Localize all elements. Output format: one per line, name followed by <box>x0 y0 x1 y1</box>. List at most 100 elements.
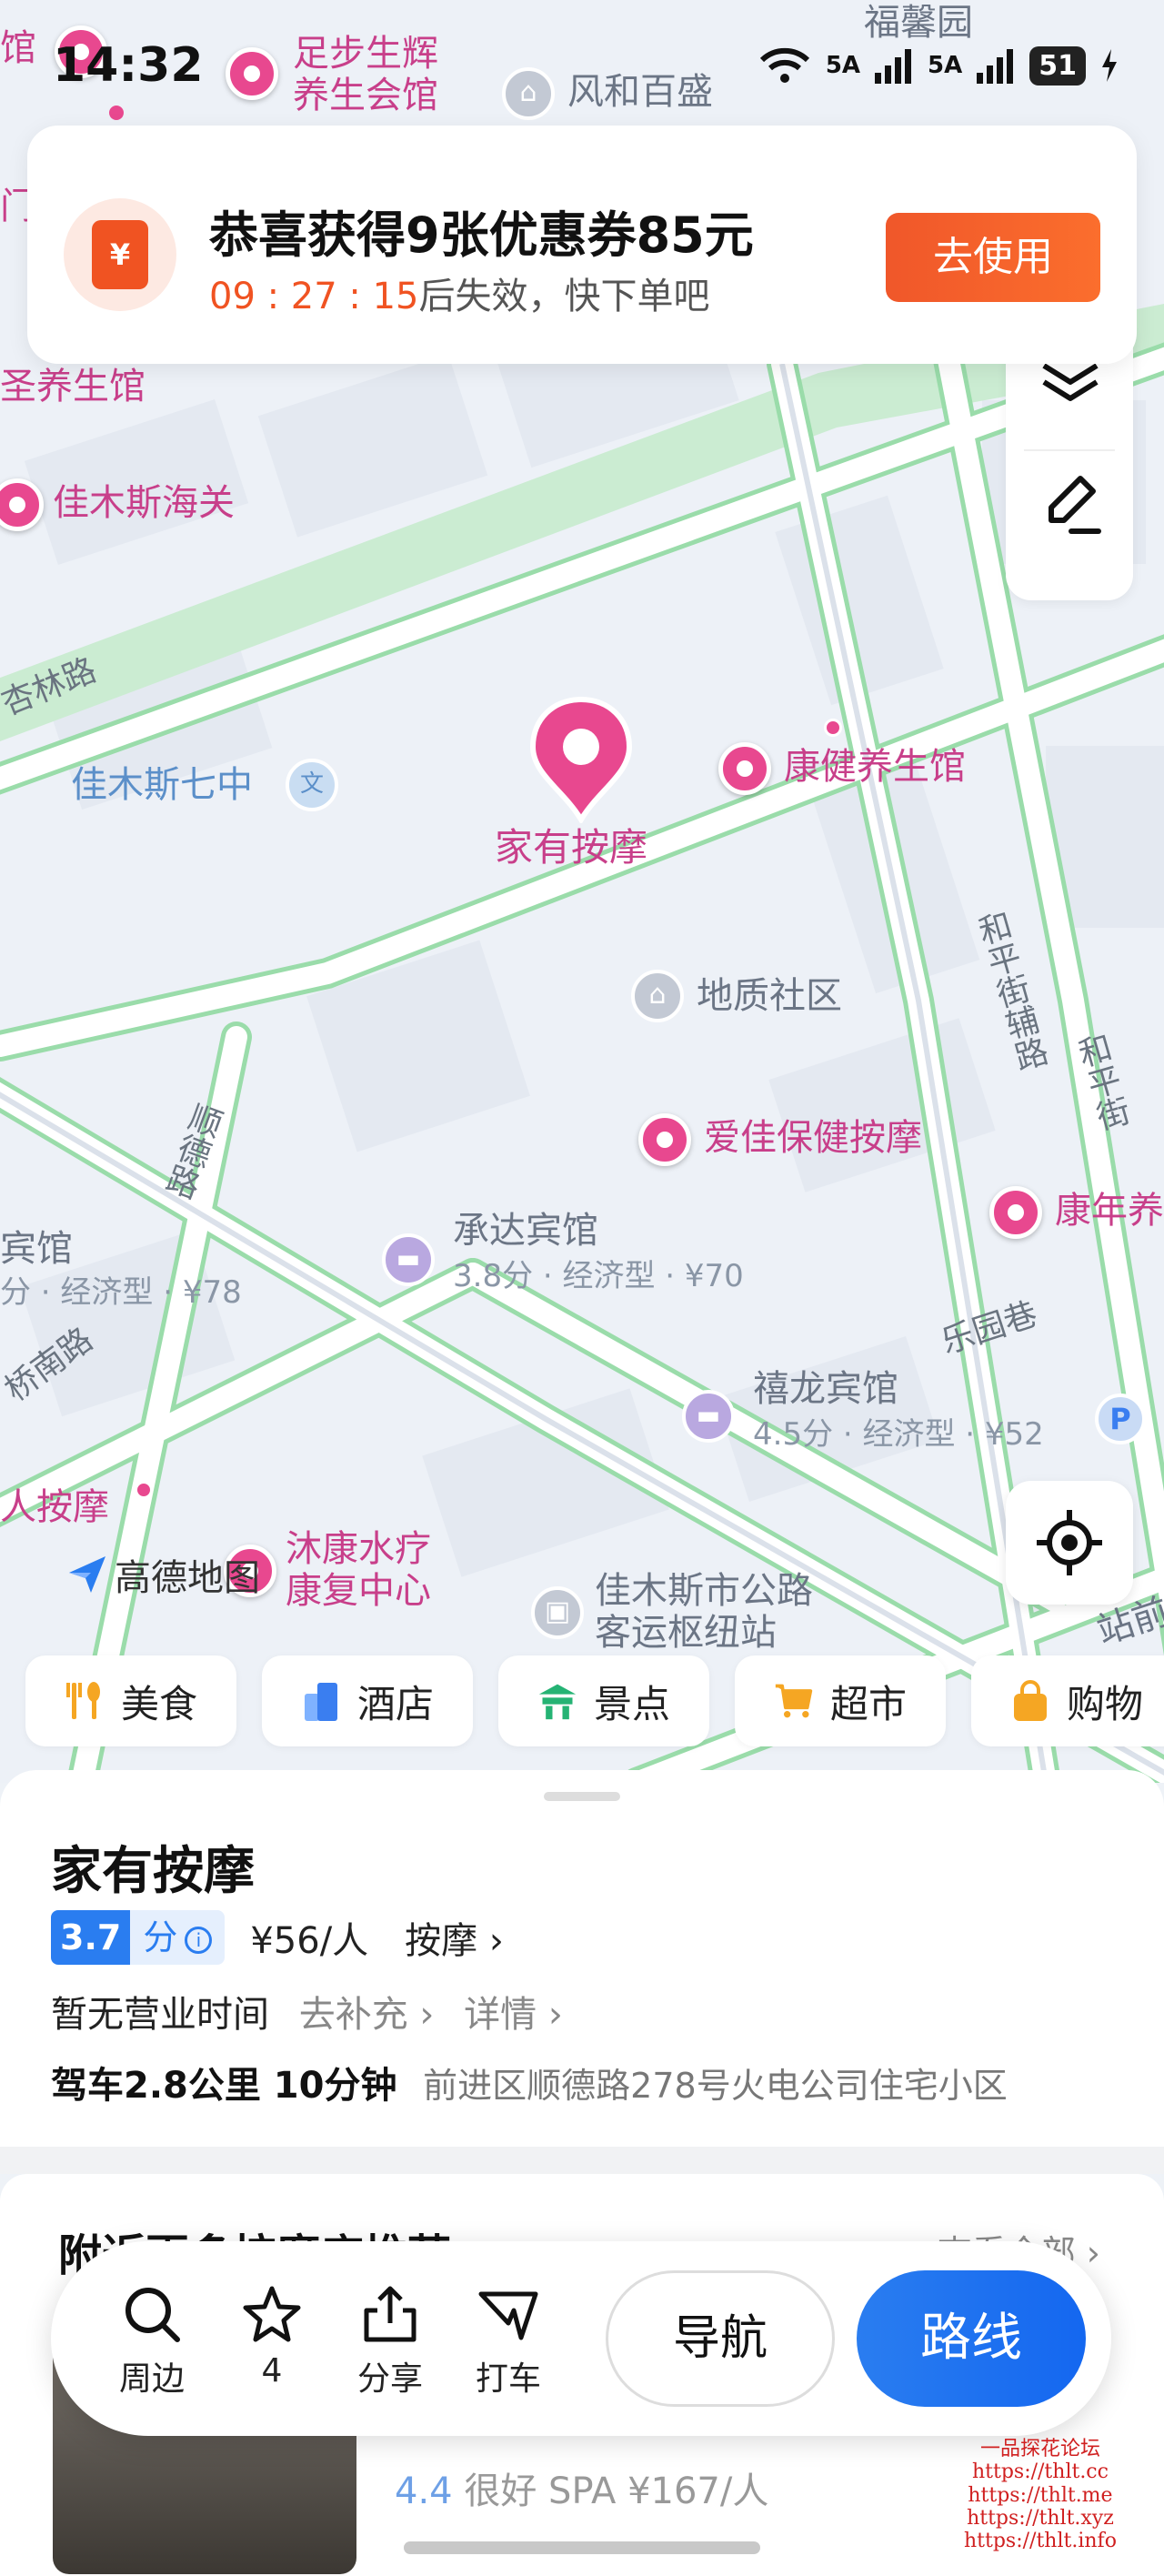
coupon-icon-wrap: ¥ <box>64 198 176 311</box>
parking-icon: P <box>1095 1394 1146 1444</box>
coupon-expiry-text: 后失效，快下单吧 <box>418 276 710 317</box>
hours-row: 暂无营业时间 去补充 › 详情 › <box>51 1985 563 2038</box>
watermark: 一品探花论坛 https://thlt.cc https://thlt.me h… <box>964 2438 1117 2553</box>
poi-marker[interactable] <box>718 742 771 795</box>
cart-icon <box>775 1684 813 1718</box>
clock: 14:32 <box>53 38 204 93</box>
map-label: 人按摩 <box>0 1486 109 1528</box>
poi-marker[interactable] <box>638 1113 691 1166</box>
map-label: 承达宾馆 <box>453 1210 598 1252</box>
selected-place-label: 家有按摩 <box>495 825 648 870</box>
taxi-button[interactable]: 打车 <box>458 2283 558 2400</box>
share-button[interactable]: 分享 <box>340 2283 440 2400</box>
place-name: 家有按摩 <box>51 1842 255 1901</box>
map-label: 康年养 <box>1055 1190 1164 1232</box>
place-detail-sheet: 家有按摩 3.7 分i ¥56/人 按摩 › 暂无营业时间 去补充 › 详情 ›… <box>0 1770 1164 2152</box>
category-chips: 美食 酒店 景点 超市 购物 <box>25 1655 1164 1746</box>
rating-badge[interactable]: 3.7 分i <box>51 1910 226 1965</box>
supplement-link[interactable]: 去补充 › <box>299 1994 435 2036</box>
poi-dot <box>824 719 842 737</box>
home-indicator[interactable] <box>404 2541 760 2554</box>
selected-location-pin[interactable] <box>527 696 635 823</box>
nearby-button[interactable]: 周边 <box>102 2283 202 2400</box>
search-icon <box>125 2288 180 2342</box>
charging-icon <box>1102 49 1117 82</box>
notification-dot <box>109 106 124 120</box>
share-icon <box>364 2286 416 2342</box>
map-label: 沐康水疗 康复中心 <box>286 1528 431 1612</box>
map-sublabel: 分 · 经济型 · ¥78 <box>0 1274 242 1311</box>
chip-scenic[interactable]: 景点 <box>498 1655 709 1746</box>
chip-label: 超市 <box>829 1681 907 1726</box>
rating-score: 3.7 <box>51 1910 131 1965</box>
red-packet-icon: ¥ <box>92 220 148 289</box>
share-label: 分享 <box>356 2360 423 2398</box>
recommendation-info: 很好 SPA ¥167/人 <box>464 2470 769 2512</box>
amap-logo: 高德地图 <box>65 1548 260 1601</box>
details-link[interactable]: 详情 › <box>464 1994 563 2036</box>
coupon-subtitle: 09 : 27 : 15后失效，快下单吧 <box>209 267 710 319</box>
poi-dot <box>135 1481 153 1499</box>
coupon-banner[interactable]: ¥ 恭喜获得9张优惠券85元 09 : 27 : 15后失效，快下单吧 去使用 <box>27 126 1137 364</box>
business-hours: 暂无营业时间 <box>51 1994 269 2036</box>
map-label: 宾馆 <box>0 1228 73 1270</box>
edit-pencil-icon[interactable] <box>1039 464 1102 546</box>
taxi-label: 打车 <box>475 2360 541 2398</box>
map-label: 圣养生馆 <box>0 366 146 408</box>
nearby-label: 周边 <box>118 2360 185 2398</box>
map-label: 禧龙宾馆 <box>753 1368 898 1410</box>
coupon-title: 恭喜获得9张优惠券85元 <box>209 206 754 264</box>
recommendation-meta: 4.4 很好 SPA ¥167/人 <box>395 2461 768 2514</box>
map-label: 佳木斯七中 <box>71 764 253 806</box>
map-label: 地质社区 <box>697 975 842 1017</box>
place-address: 前进区顺德路278号火电公司住宅小区 <box>423 2066 1008 2106</box>
use-coupon-button[interactable]: 去使用 <box>886 213 1100 302</box>
chip-supermarket[interactable]: 超市 <box>735 1655 946 1746</box>
status-icons: 5A 5A 51 <box>758 45 1119 86</box>
chip-label: 购物 <box>1066 1681 1143 1726</box>
chip-shopping[interactable]: 购物 <box>971 1655 1164 1746</box>
route-button[interactable]: 路线 <box>857 2270 1086 2407</box>
favorite-button[interactable]: 4 <box>222 2283 322 2390</box>
price-per-person: ¥56/人 <box>250 1920 369 1962</box>
recommendation-score: 4.4 <box>395 2470 453 2512</box>
taxi-icon <box>478 2291 538 2340</box>
amap-logo-text: 高德地图 <box>115 1557 260 1599</box>
section-gap <box>0 2147 1164 2174</box>
school-icon: 文 <box>286 759 338 811</box>
navigate-button[interactable]: 导航 <box>606 2270 835 2407</box>
chip-label: 酒店 <box>356 1681 434 1726</box>
star-icon <box>243 2286 301 2342</box>
category-link[interactable]: 按摩 › <box>405 1911 504 1964</box>
locate-button[interactable] <box>1006 1481 1133 1605</box>
rating-unit: 分i <box>130 1910 226 1965</box>
chip-label: 景点 <box>593 1681 670 1726</box>
map-tool-panel <box>1006 327 1133 600</box>
hotel-poi-icon: ▬ <box>682 1390 735 1443</box>
favorite-count: 4 <box>261 2352 283 2390</box>
scenic-icon <box>538 1684 577 1720</box>
sheet-drag-handle[interactable] <box>544 1792 620 1801</box>
fork-spoon-icon <box>65 1682 100 1719</box>
drive-row: 驾车2.8公里 10分钟 前进区顺德路278号火电公司住宅小区 <box>51 2056 1008 2108</box>
status-bar: 14:32 5A 5A 51 <box>0 0 1164 120</box>
coupon-countdown: 09 : 27 : 15 <box>209 276 419 317</box>
info-icon[interactable]: i <box>185 1926 213 1954</box>
network-type: 5A <box>928 52 963 79</box>
bus-station-icon: ▣ <box>531 1586 584 1639</box>
network-type: 5A <box>825 52 861 79</box>
signal-icon <box>875 49 912 84</box>
wifi-icon <box>759 47 809 83</box>
hotel-icon <box>304 1683 337 1721</box>
battery-level: 51 <box>1029 45 1086 86</box>
map-sublabel: 4.5分 · 经济型 · ¥52 <box>753 1416 1044 1453</box>
amap-arrow-icon <box>69 1556 105 1593</box>
chip-food[interactable]: 美食 <box>25 1655 236 1746</box>
divider <box>1024 449 1115 451</box>
rating-row: 3.7 分i ¥56/人 按摩 › <box>51 1910 504 1965</box>
map-label: 康健养生馆 <box>784 746 966 788</box>
bag-icon <box>1013 1680 1047 1721</box>
chip-hotel[interactable]: 酒店 <box>262 1655 473 1746</box>
poi-marker[interactable] <box>989 1186 1042 1239</box>
map-label: 佳木斯海关 <box>53 482 235 524</box>
